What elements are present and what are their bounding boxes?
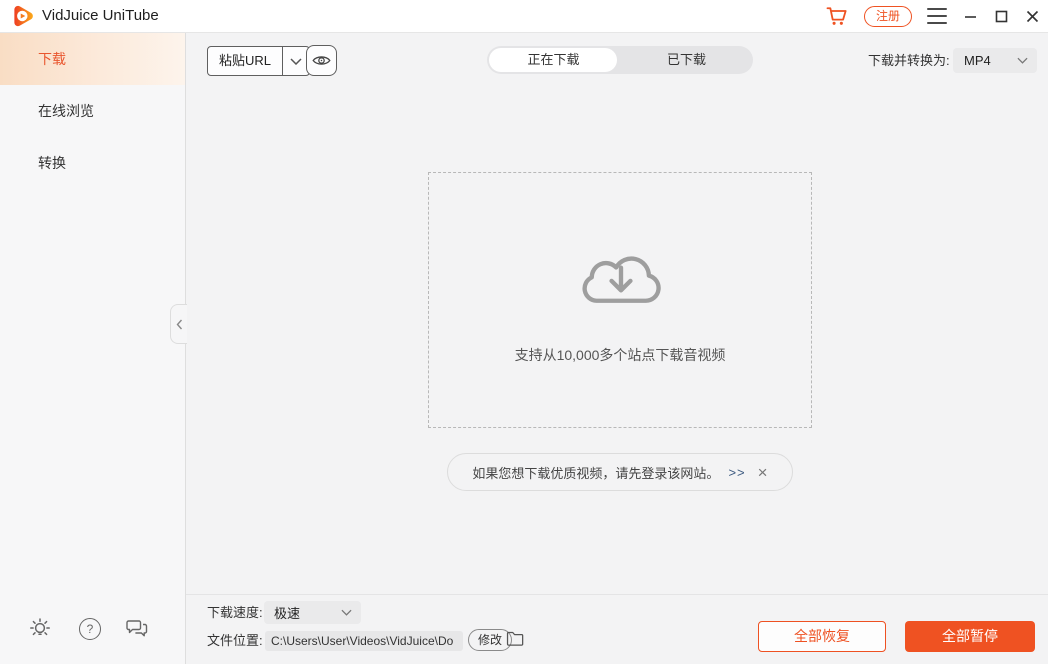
- open-folder-icon[interactable]: [506, 631, 524, 651]
- help-glyph: ?: [87, 622, 94, 636]
- register-button[interactable]: 注册: [864, 6, 912, 27]
- title-bar: VidJuice UniTube 注册: [0, 0, 1048, 33]
- minimize-button[interactable]: [962, 8, 978, 24]
- hamburger-menu-icon[interactable]: [927, 7, 947, 25]
- convert-to-label: 下载并转换为:: [868, 47, 950, 74]
- footer-divider: [186, 594, 1048, 595]
- format-select[interactable]: MP4: [953, 48, 1037, 73]
- sidebar-collapse-handle[interactable]: [170, 304, 187, 344]
- dropzone-caption: 支持从10,000多个站点下载音视频: [429, 345, 811, 365]
- tips-bulb-icon[interactable]: [28, 616, 52, 640]
- login-notice: 如果您想下载优质视频，请先登录该网站。 >> ×: [447, 453, 793, 491]
- maximize-button[interactable]: [993, 8, 1009, 24]
- app-logo-icon: [10, 4, 35, 29]
- resume-all-button[interactable]: 全部恢复: [758, 621, 886, 652]
- download-tabs: 正在下载 已下载: [487, 46, 753, 74]
- app-window: VidJuice UniTube 注册 下载 在线: [0, 0, 1048, 664]
- chevron-down-icon: [1017, 57, 1028, 64]
- sidebar-item-online-browse[interactable]: 在线浏览: [0, 85, 185, 137]
- download-speed-value: 极速: [274, 603, 300, 622]
- file-location-label: 文件位置:: [207, 630, 263, 651]
- dropzone: 支持从10,000多个站点下载音视频: [428, 172, 812, 428]
- paste-url-label: 粘贴URL: [208, 47, 282, 75]
- preview-eye-button[interactable]: [306, 45, 337, 76]
- download-speed-label: 下载速度:: [207, 601, 263, 624]
- cloud-download-icon: [569, 241, 673, 322]
- notice-close-icon[interactable]: ×: [758, 464, 768, 481]
- close-button[interactable]: [1024, 8, 1040, 24]
- sidebar: 下载 在线浏览 转换: [0, 33, 186, 664]
- feedback-chat-icon[interactable]: [125, 619, 149, 639]
- app-title: VidJuice UniTube: [42, 0, 159, 32]
- pause-all-button[interactable]: 全部暂停: [905, 621, 1035, 652]
- store-cart-icon[interactable]: [825, 5, 849, 27]
- paste-url-button[interactable]: 粘贴URL: [207, 46, 310, 76]
- notice-more-link[interactable]: >>: [728, 465, 745, 480]
- tab-downloaded[interactable]: 已下载: [620, 46, 753, 74]
- file-location-field[interactable]: C:\Users\User\Videos\VidJuice\Do: [265, 631, 463, 651]
- sidebar-item-convert[interactable]: 转换: [0, 137, 185, 189]
- help-icon[interactable]: ?: [79, 618, 101, 640]
- chevron-down-icon: [341, 609, 352, 616]
- tab-downloading[interactable]: 正在下载: [487, 46, 620, 74]
- notice-text: 如果您想下载优质视频，请先登录该网站。: [472, 463, 719, 482]
- sidebar-item-download[interactable]: 下载: [0, 33, 185, 85]
- format-value: MP4: [964, 53, 991, 68]
- download-speed-select[interactable]: 极速: [264, 601, 361, 624]
